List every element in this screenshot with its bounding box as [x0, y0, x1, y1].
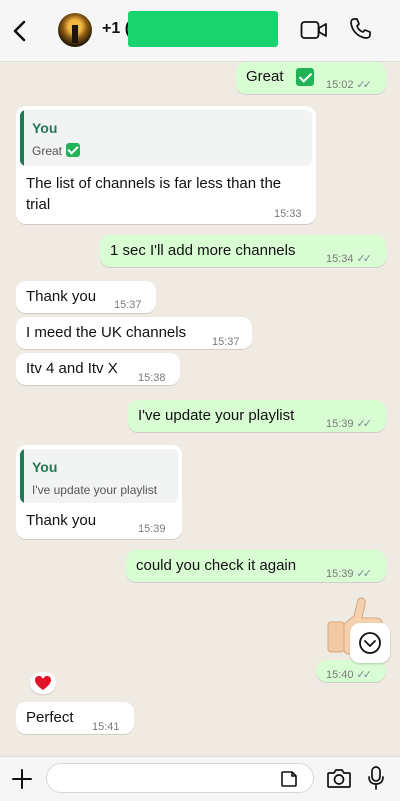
message-list[interactable]: Great 15:02 ✓✓ You Great The list of chan… [0, 62, 400, 756]
message-text: Thank you [26, 288, 97, 305]
message-outgoing[interactable]: I've update your playlist 15:39 ✓✓ [128, 400, 386, 432]
message-time: 15:33 [274, 208, 302, 220]
message-text-line1: The list of channels is far less than th… [26, 175, 282, 192]
message-text: 1 sec I'll add more channels [110, 242, 296, 259]
message-time: 15:40 [326, 669, 354, 681]
sticker-time-pill: 15:40 ✓✓ [316, 660, 386, 682]
message-incoming-reply[interactable]: You Great The list of channels is far le… [16, 106, 316, 224]
contact-name[interactable]: +1 ( [102, 20, 130, 38]
quote-author: You [32, 120, 58, 136]
check-mark-emoji [66, 143, 81, 157]
phone-icon[interactable] [348, 17, 372, 41]
message-time: 15:37 [212, 336, 240, 348]
microphone-icon[interactable] [366, 765, 386, 791]
message-text: Itv 4 and Itv X [26, 360, 118, 377]
reaction-badge[interactable] [30, 672, 56, 694]
red-heart-icon [35, 676, 51, 690]
quoted-message[interactable]: You I've update your playlist [20, 449, 178, 503]
message-input[interactable] [46, 763, 314, 793]
quote-accent-bar [20, 110, 24, 166]
message-outgoing[interactable]: 1 sec I'll add more channels 15:34 ✓✓ [100, 235, 386, 267]
message-text: Thank you [26, 512, 97, 529]
quote-text: Great [32, 144, 63, 158]
message-time: 15:34 [326, 253, 354, 265]
message-text: could you check it again [136, 557, 297, 574]
message-incoming[interactable]: Itv 4 and Itv X 15:38 [16, 353, 180, 385]
message-time: 15:38 [138, 372, 166, 384]
chevron-down-circle-icon [359, 632, 381, 654]
message-incoming[interactable]: Thank you 15:37 [16, 281, 156, 313]
quote-text: I've update your playlist [32, 483, 158, 497]
message-incoming[interactable]: Perfect 15:41 [16, 702, 134, 734]
read-ticks-icon: ✓✓ [356, 568, 373, 580]
read-ticks-icon: ✓✓ [356, 253, 373, 265]
message-text-line2: trial [26, 196, 51, 213]
check-mark-emoji [296, 68, 314, 86]
message-text: Perfect [26, 709, 74, 726]
message-time: 15:41 [92, 721, 120, 733]
message-time: 15:39 [326, 568, 354, 580]
scroll-to-bottom-button[interactable] [350, 623, 390, 663]
message-time: 15:02 [326, 79, 354, 91]
chevron-left-icon[interactable] [10, 18, 32, 44]
camera-icon[interactable] [326, 767, 352, 789]
quoted-message[interactable]: You Great [20, 110, 312, 166]
read-ticks-icon: ✓✓ [356, 669, 373, 681]
quote-accent-bar [20, 449, 24, 503]
read-ticks-icon: ✓✓ [356, 79, 373, 91]
message-incoming[interactable]: I meed the UK channels 15:37 [16, 317, 252, 349]
message-text: Great [246, 68, 284, 85]
redaction-overlay [128, 11, 278, 47]
message-text: I meed the UK channels [26, 324, 187, 341]
read-ticks-icon: ✓✓ [356, 418, 373, 430]
message-outgoing[interactable]: could you check it again 15:39 ✓✓ [126, 550, 386, 582]
message-text: I've update your playlist [138, 407, 295, 424]
avatar[interactable] [58, 13, 92, 47]
quote-author: You [32, 459, 58, 475]
message-outgoing[interactable]: Great 15:02 ✓✓ [236, 62, 386, 94]
message-incoming-reply[interactable]: You I've update your playlist Thank you … [16, 445, 182, 539]
composer-bar [0, 756, 400, 801]
chat-header: +1 ( [0, 0, 400, 62]
video-camera-icon[interactable] [300, 20, 328, 40]
message-time: 15:39 [326, 418, 354, 430]
message-time: 15:39 [138, 523, 166, 535]
sticker-icon[interactable] [280, 770, 298, 788]
message-time: 15:37 [114, 299, 142, 311]
plus-icon[interactable] [10, 767, 34, 791]
